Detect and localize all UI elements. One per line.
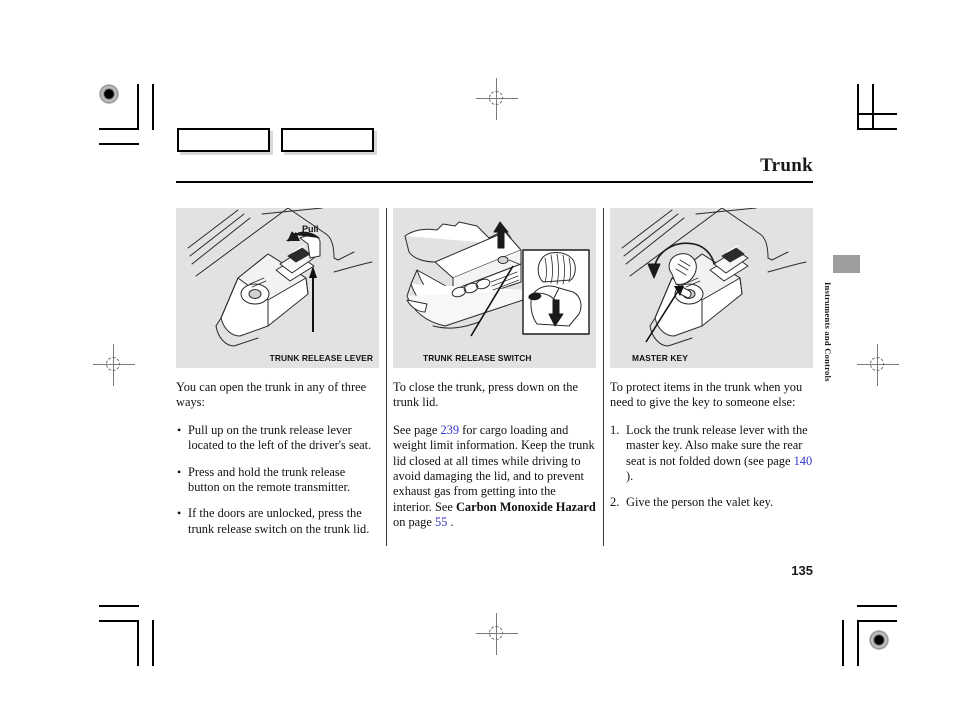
list-item: Pull up on the trunk release lever locat… (176, 423, 379, 454)
column-1-intro: You can open the trunk in any of three w… (176, 380, 367, 410)
figure-annotation-pull: Pull (302, 224, 319, 234)
master-key-illustration (621, 208, 807, 347)
title-rule (176, 181, 813, 183)
column-2: TRUNK RELEASE SWITCH To close the trunk,… (393, 208, 596, 531)
crop-mark-bottom-left-horizontal (99, 620, 139, 622)
figure-master-key: MASTER KEY (610, 208, 813, 368)
column-divider-1 (386, 208, 387, 546)
registration-dot-top-left (99, 84, 119, 104)
list-item: Give the person the valet key. (610, 495, 774, 511)
crop-mark-bottom-left-vertical (137, 620, 139, 666)
figure-caption-master-key: MASTER KEY (632, 353, 688, 363)
page-title: Trunk (760, 155, 813, 176)
crop-mark-bottom-left-horizontal-outer (99, 605, 139, 607)
crop-mark-top-right-horizontal-outer (857, 113, 897, 115)
text-run: . (447, 515, 454, 530)
placeholder-box-left (177, 128, 270, 152)
figure-trunk-release-lever: Pull TRUNK RELEASE LEVER (176, 208, 379, 368)
column-1-text: You can open the trunk in any of three w… (176, 380, 379, 537)
crop-mark-bottom-right-horizontal (857, 620, 897, 622)
page-xref-55[interactable]: 55 (435, 515, 447, 529)
registration-crosshair-left (93, 344, 135, 386)
text-run: on page (393, 515, 435, 530)
crop-mark-top-left-horizontal-outer (99, 143, 139, 145)
crop-mark-top-right-horizontal (857, 128, 897, 130)
column-3-text: To protect items in the trunk when you n… (610, 380, 813, 511)
crop-mark-top-right-vertical-outer (872, 84, 874, 130)
placeholder-box-right (281, 128, 374, 152)
list-item: If the doors are unlocked, press the tru… (176, 506, 379, 537)
crop-mark-bottom-right-horizontal-outer (857, 605, 897, 607)
text-run: See page (393, 422, 441, 437)
column-3-numbered-list: Lock the trunk release lever with the ma… (610, 423, 813, 511)
section-tab-label: Instruments and Controls (823, 282, 833, 382)
text-run: ). (626, 469, 634, 484)
crop-mark-bottom-right-vertical-outer (842, 620, 844, 666)
column-1-bullet-list: Pull up on the trunk release lever locat… (176, 423, 379, 537)
figure-caption-trunk-release-switch: TRUNK RELEASE SWITCH (423, 353, 532, 363)
page-xref-140[interactable]: 140 (794, 454, 813, 468)
list-item: Lock the trunk release lever with the ma… (610, 423, 813, 485)
column-1: Pull TRUNK RELEASE LEVER You can open th… (176, 208, 379, 537)
column-3: MASTER KEY To protect items in the trunk… (610, 208, 813, 511)
crop-mark-top-left-vertical-outer (152, 84, 154, 130)
list-item: Press and hold the trunk release button … (176, 465, 379, 496)
crop-mark-top-left-horizontal (99, 128, 139, 130)
crop-mark-top-left-vertical (137, 84, 139, 130)
registration-crosshair-bottom (476, 613, 518, 655)
column-2-paragraph-2: See page 239 for cargo loading and weigh… (393, 423, 596, 531)
registration-crosshair-top (476, 78, 518, 120)
column-2-paragraph-1: To close the trunk, press down on the tr… (393, 380, 578, 410)
crop-mark-bottom-right-vertical (857, 620, 859, 666)
trunk-release-lever-illustration (187, 208, 373, 347)
crop-mark-bottom-left-vertical-outer (152, 620, 154, 666)
registration-dot-bottom-right (869, 630, 889, 650)
page-number: 135 (791, 563, 813, 578)
figure-trunk-release-switch: TRUNK RELEASE SWITCH (393, 208, 596, 368)
column-2-text: To close the trunk, press down on the tr… (393, 380, 596, 531)
column-divider-2 (603, 208, 604, 546)
page-xref-239[interactable]: 239 (440, 423, 459, 437)
registration-crosshair-right (857, 344, 899, 386)
crop-mark-top-right-vertical (857, 84, 859, 130)
text-run: Lock the trunk release lever with the ma… (626, 422, 808, 468)
column-3-intro: To protect items in the trunk when you n… (610, 380, 803, 410)
section-tab-marker (833, 255, 860, 273)
figure-caption-trunk-release-lever: TRUNK RELEASE LEVER (269, 353, 373, 363)
trunk-release-switch-illustration (404, 221, 590, 337)
bold-reference-carbon-monoxide-hazard: Carbon Monoxide Hazard (455, 499, 596, 514)
